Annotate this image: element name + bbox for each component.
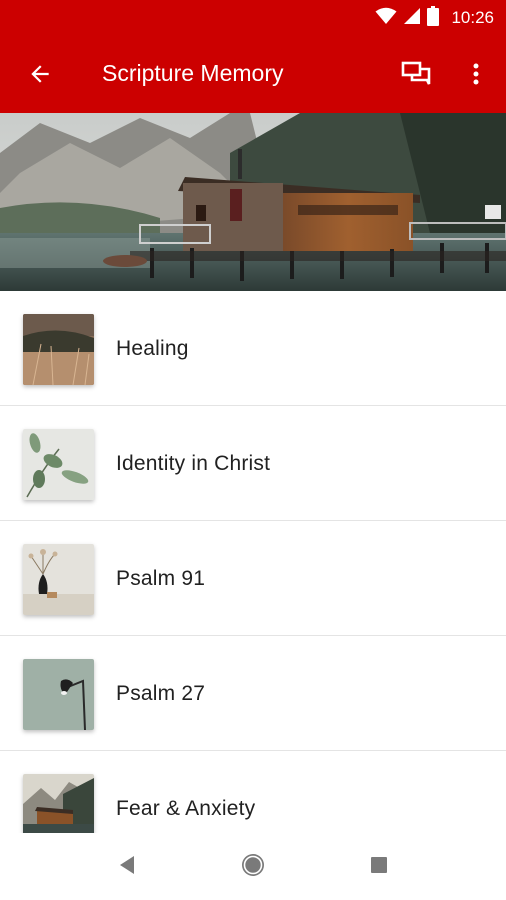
list-item-label: Fear & Anxiety — [116, 797, 256, 820]
recents-square-icon — [370, 856, 388, 879]
list-item[interactable]: Psalm 91 — [0, 521, 506, 636]
vase-dried-flower-thumbnail — [23, 544, 94, 615]
battery-icon — [427, 5, 440, 31]
back-button[interactable] — [20, 56, 60, 96]
list-item-label: Identity in Christ — [116, 452, 271, 475]
nav-back-button[interactable] — [107, 847, 147, 887]
nav-home-button[interactable] — [233, 847, 273, 887]
hero-image — [0, 113, 506, 291]
nav-recents-button[interactable] — [359, 847, 399, 887]
chat-button[interactable] — [396, 56, 436, 96]
more-options-button[interactable] — [456, 56, 496, 96]
home-circle-icon — [240, 852, 266, 883]
more-vert-icon — [472, 62, 480, 91]
list-item[interactable]: Identity in Christ — [0, 406, 506, 521]
system-nav-bar — [0, 833, 506, 900]
list-item-label: Healing — [116, 337, 189, 360]
status-icons: 10:26 — [375, 5, 494, 31]
back-triangle-icon — [118, 855, 136, 880]
page-title: Scripture Memory — [102, 60, 284, 86]
status-bar: 10:26 — [0, 0, 506, 36]
topic-list: Healing Identity in Christ Psalm 91 Psal… — [0, 291, 506, 833]
dry-grass-thumbnail — [23, 314, 94, 385]
list-item-label: Psalm 27 — [116, 682, 206, 705]
status-time: 10:26 — [451, 8, 494, 27]
list-item[interactable]: Fear & Anxiety — [0, 751, 506, 833]
list-item-label: Psalm 91 — [116, 567, 206, 590]
list-item[interactable]: Healing — [0, 291, 506, 406]
wifi-icon — [375, 7, 397, 30]
desk-lamp-thumbnail — [23, 659, 94, 730]
back-arrow-icon — [27, 61, 53, 92]
list-item[interactable]: Psalm 27 — [0, 636, 506, 751]
chat-bubbles-icon — [401, 60, 431, 93]
boathouse-thumbnail — [23, 774, 94, 833]
app-bar: Scripture Memory — [0, 36, 506, 113]
eucalyptus-leaves-thumbnail — [23, 429, 94, 500]
cellular-signal-icon — [403, 7, 421, 30]
